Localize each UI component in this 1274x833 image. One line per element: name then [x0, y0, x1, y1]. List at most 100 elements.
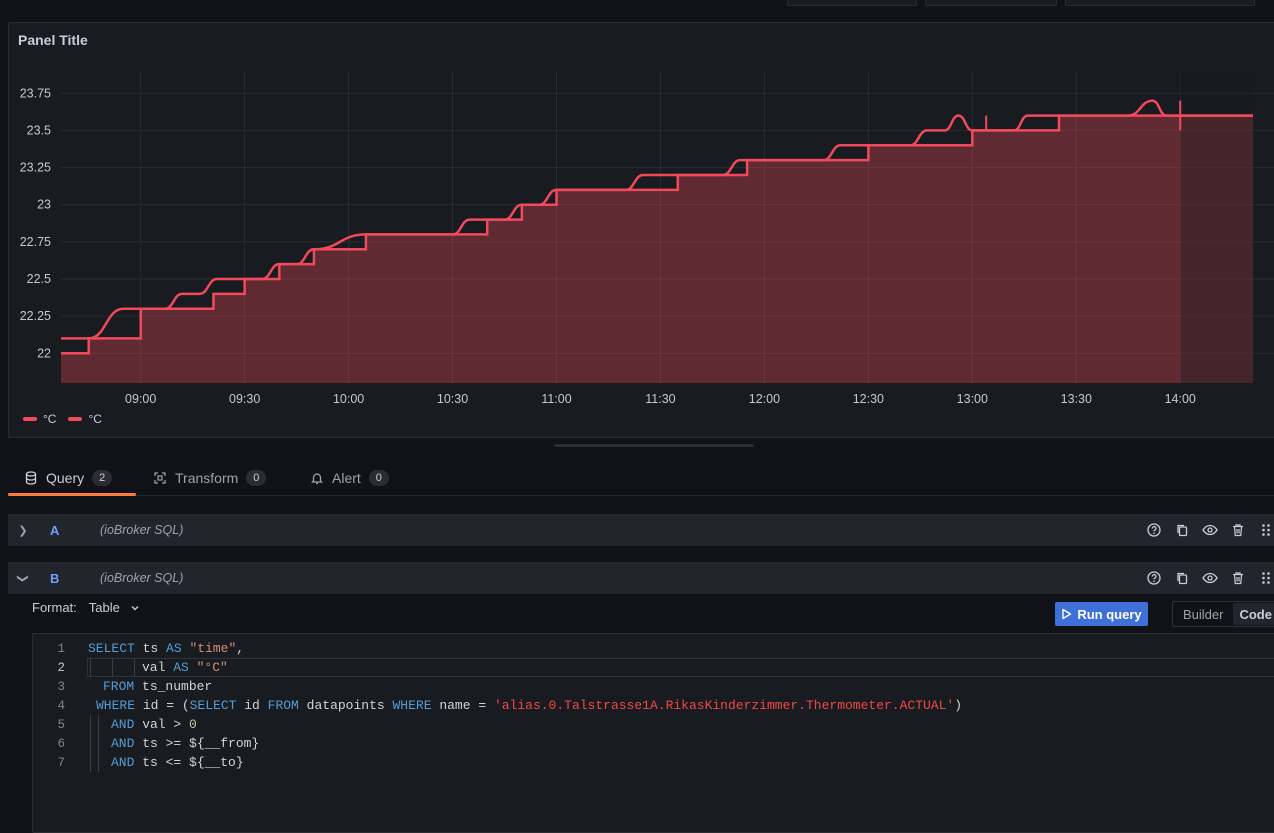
top-toolbar: [0, 0, 1274, 14]
x-tick-label: 12:00: [749, 392, 780, 406]
y-tick-label: 23.25: [20, 161, 51, 175]
sql-text: id: [236, 698, 268, 713]
sql-keyword: SELECT: [88, 641, 135, 656]
code-mode-button[interactable]: Code: [1233, 603, 1274, 625]
copy-icon[interactable]: [1174, 522, 1190, 538]
format-select[interactable]: Table: [89, 600, 140, 615]
builder-mode-button[interactable]: Builder: [1173, 607, 1233, 622]
tab-label: Transform: [175, 469, 239, 486]
sql-keyword: AND: [111, 755, 135, 770]
help-icon[interactable]: [1146, 570, 1162, 586]
tab-transform[interactable]: Transform 0: [137, 460, 282, 495]
trash-icon[interactable]: [1230, 570, 1246, 586]
database-icon: [25, 470, 37, 485]
sql-keyword: WHERE: [392, 698, 432, 713]
toolbar-control[interactable]: [925, 0, 1057, 6]
query-row-b[interactable]: ❯ B (ioBroker SQL): [8, 562, 1274, 594]
tab-label: Query: [46, 469, 85, 486]
x-tick-label: 12:30: [853, 392, 884, 406]
legend-label: °C: [43, 412, 57, 426]
eye-icon[interactable]: [1202, 522, 1218, 538]
chevron-down-icon: [131, 605, 139, 610]
y-tick-label: 22.5: [27, 272, 51, 286]
sql-text: ts <= ${__to}: [134, 755, 244, 770]
code-line: 7 AND ts <= ${__to}: [33, 753, 1274, 772]
format-value: Table: [88, 600, 120, 615]
line-number: 3: [57, 679, 65, 694]
sql-text: ts >= ${__from}: [134, 736, 260, 751]
x-tick-label: 10:00: [333, 392, 364, 406]
sql-keyword: FROM: [267, 698, 299, 713]
time-series-chart[interactable]: 23.75 23.5 23.25 23 22.75 22.5 22.25 22 09:00 09:…: [9, 23, 1274, 437]
sql-text: val >: [134, 717, 190, 732]
line-number: 6: [57, 736, 65, 751]
tab-label: Alert: [332, 469, 361, 486]
toolbar-control[interactable]: [787, 0, 917, 6]
code-line: 3 FROM ts_number: [33, 677, 1274, 696]
x-tick-label: 11:00: [541, 392, 571, 406]
sql-keyword: AS: [166, 641, 182, 656]
sql-keyword: SELECT: [189, 698, 237, 713]
sql-string: "°C": [188, 660, 228, 675]
x-tick-label: 09:30: [229, 392, 260, 406]
panel-resize-handle[interactable]: [554, 444, 754, 447]
sql-text: id = (: [135, 698, 190, 713]
y-tick-label: 22: [37, 346, 51, 360]
x-tick-label: 13:30: [1061, 392, 1092, 406]
x-tick-label: 09:00: [125, 392, 156, 406]
line-number: 5: [57, 717, 65, 732]
chevron-down-icon[interactable]: ❯: [17, 563, 30, 593]
x-tick-label: 14:00: [1165, 392, 1196, 406]
legend-item[interactable]: °C: [23, 412, 56, 426]
query-name[interactable]: B: [38, 571, 100, 586]
graph-panel: Panel Title 23.75 23.5 23.25 23 22.75 22.5 22.…: [8, 22, 1274, 438]
query-name[interactable]: A: [38, 523, 100, 538]
tab-alert[interactable]: Alert 0: [294, 460, 405, 495]
drag-handle-icon[interactable]: [1258, 570, 1274, 586]
tab-query[interactable]: Query 2: [8, 460, 136, 496]
query-datasource: (ioBroker SQL): [100, 523, 184, 537]
line-number: 2: [57, 660, 65, 675]
series-area: [61, 115, 1253, 384]
sql-keyword: AS: [173, 660, 189, 675]
tab-count-badge: 2: [92, 469, 113, 486]
copy-icon[interactable]: [1174, 570, 1190, 586]
toolbar-control[interactable]: [1065, 0, 1255, 6]
sql-keyword: WHERE: [96, 698, 136, 713]
code-line: 2 val AS "°C": [33, 658, 1274, 677]
code-line: 1 SELECT ts AS "time",: [33, 639, 1274, 658]
x-tick-label: 13:00: [957, 392, 988, 406]
code-line: 6 AND ts >= ${__from}: [33, 734, 1274, 753]
y-tick-label: 23: [37, 198, 51, 212]
y-tick-label: 23.5: [27, 123, 51, 137]
legend-swatch: [68, 417, 83, 421]
x-tick-label: 10:30: [437, 392, 468, 406]
sql-code-editor[interactable]: 1 SELECT ts AS "time", 2 val AS "°C" 3 F…: [32, 633, 1274, 833]
y-tick-label: 22.75: [20, 235, 51, 249]
legend-swatch: [23, 417, 37, 421]
editor-mode-toggle: Builder Code: [1172, 601, 1274, 627]
run-query-button[interactable]: Run query: [1055, 602, 1148, 626]
help-icon[interactable]: [1146, 522, 1162, 538]
query-datasource: (ioBroker SQL): [100, 571, 184, 585]
query-row-a[interactable]: ❯ A (ioBroker SQL): [8, 514, 1274, 546]
future-range-overlay: [1180, 71, 1253, 383]
drag-handle-icon[interactable]: [1258, 522, 1274, 538]
line-number: 4: [57, 698, 65, 713]
legend-item[interactable]: °C: [68, 412, 102, 426]
chart-legend: °C °C: [23, 412, 102, 426]
chevron-right-icon[interactable]: ❯: [8, 524, 38, 537]
sql-keyword: FROM: [103, 679, 135, 694]
run-query-label: Run query: [1077, 606, 1142, 622]
sql-text: name =: [431, 698, 494, 713]
sql-keyword: AND: [111, 736, 135, 751]
sql-text: datapoints: [298, 698, 393, 713]
format-bar: Format: Table: [32, 600, 140, 615]
trash-icon[interactable]: [1230, 522, 1246, 538]
y-tick-label: 23.75: [20, 86, 51, 100]
sql-keyword: AND: [111, 717, 135, 732]
format-label: Format:: [32, 600, 77, 615]
editor-tabs: Query 2 Transform 0 Alert 0: [8, 460, 1274, 496]
tab-count-badge: 0: [246, 469, 267, 486]
eye-icon[interactable]: [1202, 570, 1218, 586]
